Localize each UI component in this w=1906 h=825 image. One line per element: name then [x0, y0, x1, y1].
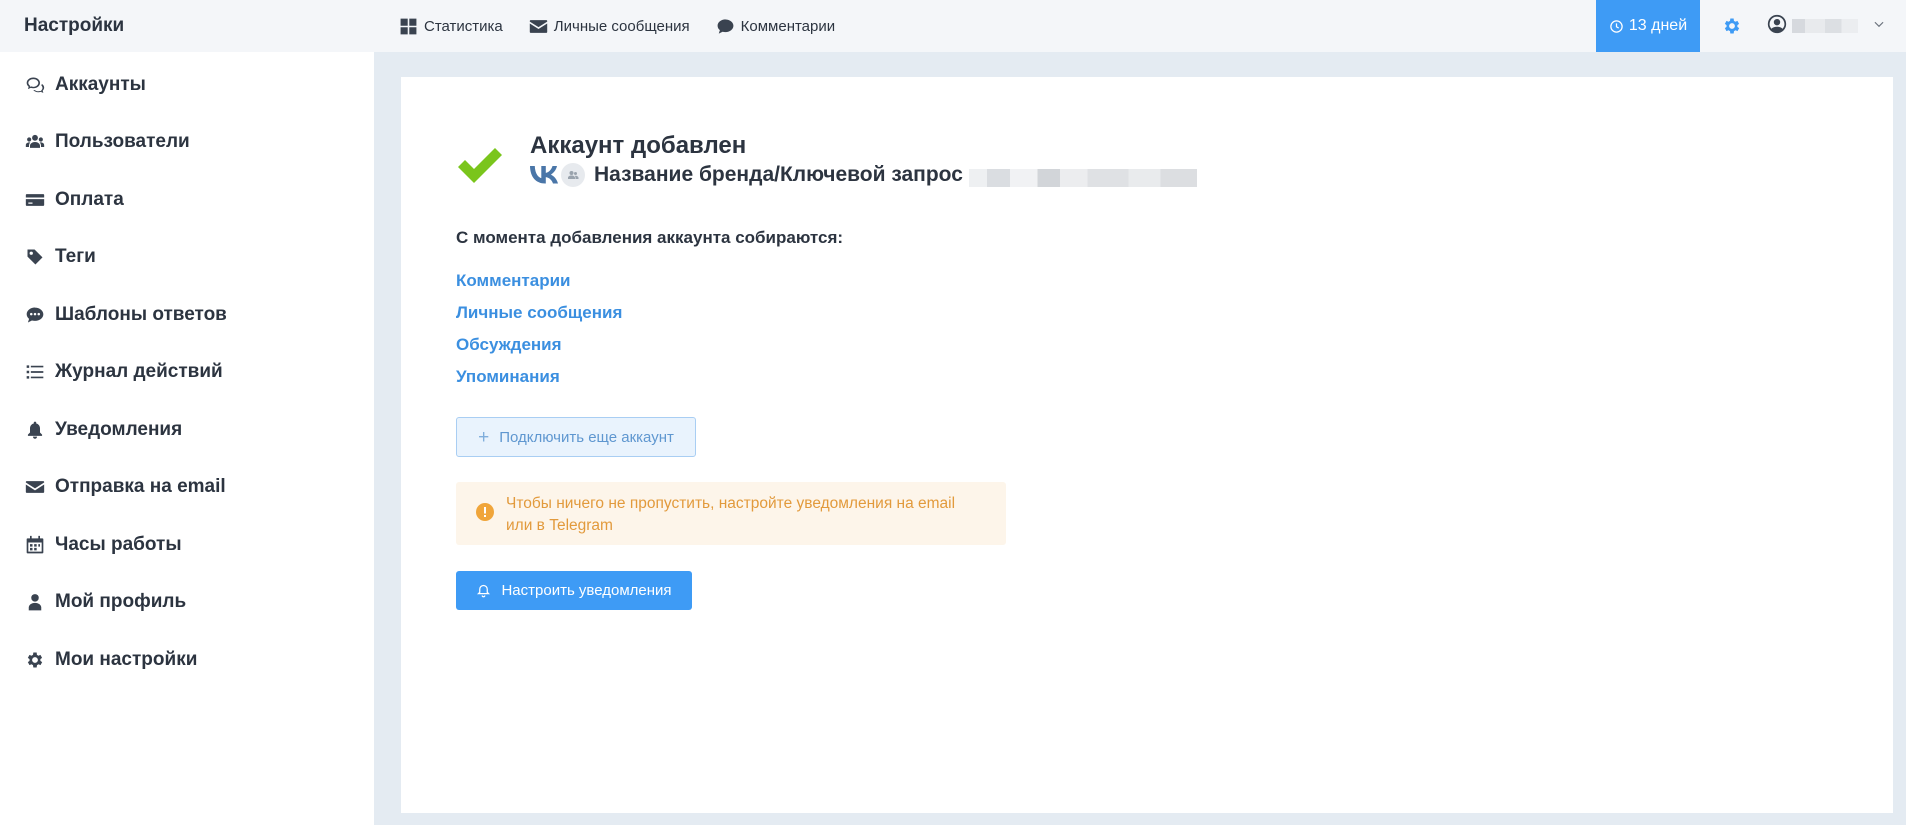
group-icon — [561, 163, 585, 187]
top-bar: Статистика Личные сообщения Комментарии … — [374, 0, 1906, 52]
bell-icon — [24, 419, 46, 441]
trial-days-badge[interactable]: 13 дней — [1596, 0, 1700, 52]
sidebar-item-label: Пользователи — [55, 131, 190, 153]
plus-icon: + — [478, 426, 490, 448]
success-header-text: Аккаунт добавлен Название бренда/Ключево… — [530, 131, 1197, 191]
sidebar-item-label: Журнал действий — [55, 361, 223, 383]
chevron-down-icon — [1858, 17, 1886, 36]
settings-gear-button[interactable] — [1722, 16, 1742, 36]
nav-statistics[interactable]: Статистика — [399, 17, 503, 36]
top-nav: Статистика Личные сообщения Комментарии — [374, 17, 861, 36]
comment-icon — [717, 18, 734, 34]
envelope-icon — [529, 19, 547, 33]
nav-comments-label: Комментарии — [740, 17, 836, 35]
sidebar-item-label: Часы работы — [55, 533, 182, 555]
sidebar-item-label: Аккаунты — [55, 73, 146, 95]
collect-link-discussions[interactable]: Обсуждения — [456, 335, 622, 367]
sidebar-item-label: Мой профиль — [55, 591, 187, 613]
sidebar-item-label: Оплата — [55, 188, 124, 210]
nav-private-messages-label: Личные сообщения — [553, 17, 690, 35]
nav-statistics-label: Статистика — [424, 17, 503, 35]
sidebar-item-my-profile[interactable]: Мой профиль — [0, 574, 374, 632]
sidebar-item-working-hours[interactable]: Часы работы — [0, 516, 374, 574]
trial-days-label: 13 дней — [1628, 17, 1688, 34]
connect-another-account-button[interactable]: + Подключить еще аккаунт — [456, 417, 696, 457]
sidebar-item-notifications[interactable]: Уведомления — [0, 401, 374, 459]
sidebar-item-email[interactable]: Отправка на email — [0, 459, 374, 517]
comment-dots-icon — [24, 304, 46, 326]
credit-card-icon — [24, 189, 46, 211]
sidebar-item-label: Теги — [55, 246, 96, 268]
sidebar-title: Настройки — [0, 0, 374, 52]
sidebar-item-accounts[interactable]: Аккаунты — [0, 56, 374, 114]
nav-private-messages[interactable]: Личные сообщения — [529, 17, 690, 36]
warning-text: Чтобы ничего не пропустить, настройте ув… — [506, 495, 956, 534]
avatar — [1766, 13, 1788, 40]
page-title: Аккаунт добавлен — [530, 132, 747, 159]
sidebar-item-label: Уведомления — [55, 418, 183, 440]
sidebar-item-label: Мои настройки — [55, 648, 198, 670]
topbar-right: 13 дней — [1596, 0, 1906, 52]
calendar-icon — [24, 534, 46, 556]
vk-icon — [530, 165, 558, 185]
users-icon — [24, 131, 46, 153]
chat-icon — [24, 74, 46, 96]
collect-link-comments[interactable]: Комментарии — [456, 271, 622, 303]
sidebar-item-templates[interactable]: Шаблоны ответов — [0, 286, 374, 344]
check-icon — [455, 141, 505, 191]
sidebar-item-users[interactable]: Пользователи — [0, 114, 374, 172]
sidebar-item-label: Шаблоны ответов — [55, 303, 227, 325]
account-name-redacted — [968, 169, 1197, 187]
list-icon — [24, 361, 46, 383]
user-icon — [24, 591, 46, 613]
success-header: Аккаунт добавлен Название бренда/Ключево… — [455, 131, 1197, 191]
sidebar-item-my-settings[interactable]: Мои настройки — [0, 631, 374, 689]
bell-icon — [477, 584, 491, 598]
grid-icon — [400, 18, 417, 34]
notification-warning: Чтобы ничего не пропустить, настройте ув… — [456, 482, 1006, 545]
account-added-card: Аккаунт добавлен Название бренда/Ключево… — [401, 77, 1893, 813]
sidebar-item-payment[interactable]: Оплата — [0, 171, 374, 229]
user-name-redacted — [1792, 19, 1858, 33]
user-menu[interactable] — [1766, 13, 1886, 40]
settings-sidebar: Настройки Аккаунты Пользователи Оплата Т… — [0, 0, 374, 825]
envelope-icon — [24, 476, 46, 498]
exclamation-circle-icon — [476, 503, 494, 521]
collect-label: С момента добавления аккаунта собираются… — [456, 228, 844, 247]
tag-icon — [24, 246, 46, 268]
collected-types-list: Комментарии Личные сообщения Обсуждения … — [456, 271, 622, 399]
gear-icon — [24, 649, 46, 671]
account-name: Название бренда/Ключевой запрос — [594, 163, 963, 186]
notify-button-label: Настроить уведомления — [501, 582, 672, 599]
nav-comments[interactable]: Комментарии — [716, 17, 835, 36]
account-info: Название бренда/Ключевой запрос — [530, 163, 1197, 187]
sidebar-item-tags[interactable]: Теги — [0, 229, 374, 287]
sidebar-item-label: Отправка на email — [55, 476, 226, 498]
collect-link-mentions[interactable]: Упоминания — [456, 367, 622, 399]
gear-icon — [1724, 18, 1740, 34]
sidebar-item-activity-log[interactable]: Журнал действий — [0, 344, 374, 402]
user-circle-icon — [1767, 14, 1787, 33]
sidebar-menu: Аккаунты Пользователи Оплата Теги Шаблон… — [0, 52, 374, 689]
setup-notifications-button[interactable]: Настроить уведомления — [456, 571, 692, 610]
clock-icon — [1610, 19, 1623, 33]
connect-button-label: Подключить еще аккаунт — [499, 428, 674, 446]
collect-link-private-messages[interactable]: Личные сообщения — [456, 303, 622, 335]
